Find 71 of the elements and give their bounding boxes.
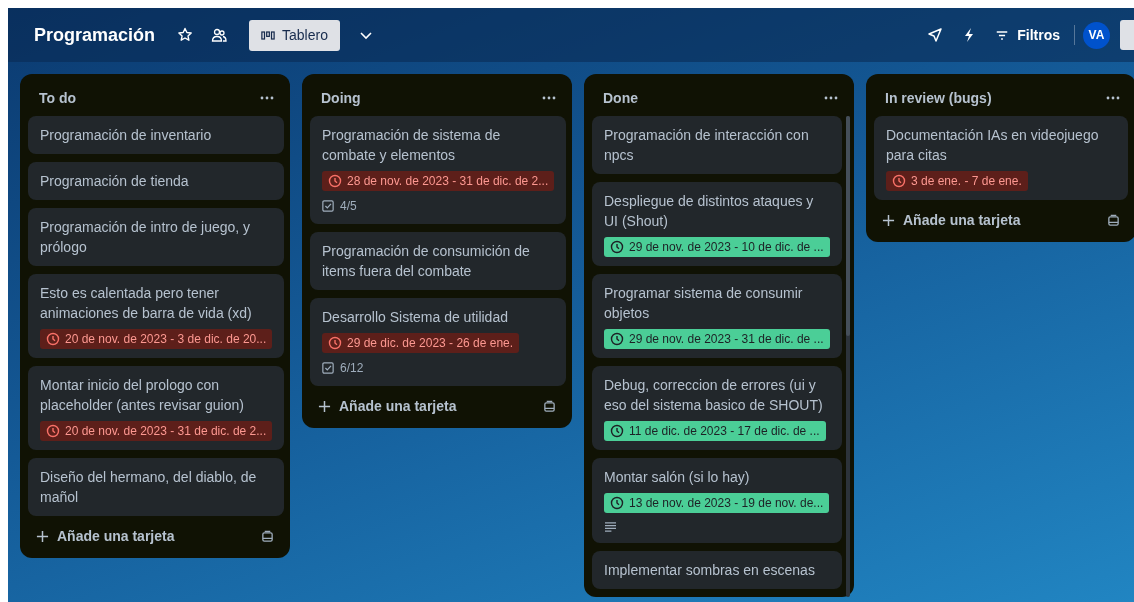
- card[interactable]: Montar salón (si lo hay) 13 de nov. de 2023 - 19 de nov. de...: [592, 458, 842, 543]
- board-view-button[interactable]: Tablero: [249, 19, 340, 51]
- card[interactable]: Esto es calentada pero tener animaciones de barra de vida (xd) 20 de nov. de 2023 - 3 de dic. de 20...: [28, 274, 285, 358]
- card[interactable]: Programación de intro de juego, y prólogo: [28, 208, 285, 266]
- more-icon[interactable]: [260, 96, 274, 100]
- more-icon[interactable]: [542, 96, 556, 100]
- date-badge: 20 de nov. de 2023 - 3 de dic. de 20...: [40, 329, 273, 349]
- more-icon[interactable]: [1106, 96, 1120, 100]
- card-title: Documentación IAs en videojuego para citas: [886, 126, 1100, 165]
- date-badge: 29 de dic. de 2023 - 26 de ene.: [322, 333, 520, 353]
- card[interactable]: Montar inicio del prologo con placeholder (antes revisar guion) 20 de nov. de 2023 - 31 de dic. de 2...: [28, 366, 285, 450]
- plus-icon: [882, 213, 895, 227]
- card-title: Implementar sombras en escenas: [604, 561, 815, 580]
- date-badge: 3 de ene. - 7 de ene.: [886, 171, 1028, 191]
- plus-icon: [36, 529, 49, 543]
- plus-icon: [318, 399, 331, 413]
- card[interactable]: Programación de sistema de combate y elementos 28 de nov. de 2023 - 31 de dic. de 2... 4/5: [310, 116, 567, 224]
- card-title: Esto es calentada pero tener animaciones de barra de vida (xd): [40, 284, 253, 323]
- list-title[interactable]: Doing: [321, 90, 361, 106]
- card-title: Programación de inventario: [40, 126, 212, 145]
- date-badge: 29 de nov. de 2023 - 10 de dic. de ...: [604, 237, 830, 257]
- filter-button[interactable]: Filtros: [995, 27, 1060, 43]
- template-icon[interactable]: [1107, 213, 1120, 227]
- people-icon[interactable]: [211, 27, 228, 43]
- user-avatar[interactable]: VA: [1083, 21, 1110, 49]
- card-title: Diseño del hermano, del diablo, de mañol: [40, 468, 258, 507]
- card-title: Programación de tienda: [40, 172, 189, 191]
- card-title: Montar salón (si lo hay): [604, 468, 750, 487]
- add-card-button[interactable]: Añade una tarjeta: [882, 212, 1021, 228]
- filter-icon: [995, 29, 1010, 41]
- card-title: Programación de consumición de items fuera del combate: [322, 242, 531, 281]
- card[interactable]: Programación de consumición de items fuera del combate: [310, 232, 567, 290]
- add-card-button[interactable]: Añade una tarjeta: [318, 398, 457, 414]
- add-card-button[interactable]: Añade una tarjeta: [36, 528, 175, 544]
- scrollbar[interactable]: [845, 116, 850, 597]
- card[interactable]: Debug, correccion de errores (ui y eso del sistema basico de SHOUT) 11 de dic. de 2023 - 17 de dic. de ...: [592, 366, 842, 450]
- list-title[interactable]: In review (bugs): [885, 90, 992, 106]
- checkbox-icon: [322, 200, 334, 212]
- card[interactable]: Programación de interacción con npcs: [592, 116, 842, 174]
- card[interactable]: Diseño del hermano, del diablo, de mañol: [28, 458, 285, 516]
- card-title: Programación de intro de juego, y prólogo: [40, 218, 252, 257]
- board-title[interactable]: Programación: [34, 24, 156, 46]
- checklist-count: 4/5: [322, 199, 357, 213]
- card-title: Programar sistema de consumir objetos: [604, 284, 804, 323]
- card-title: Despliegue de distintos ataques y UI (Shout): [604, 192, 815, 231]
- card-title: Programación de sistema de combate y elementos: [322, 126, 502, 165]
- more-icon[interactable]: [824, 96, 838, 100]
- date-badge: 29 de nov. de 2023 - 31 de dic. de ...: [604, 329, 830, 349]
- template-icon[interactable]: [543, 399, 556, 413]
- star-icon[interactable]: [177, 27, 194, 43]
- list-title[interactable]: Done: [603, 90, 638, 106]
- card-title: Debug, correccion de errores (ui y eso del sistema basico de SHOUT): [604, 376, 824, 415]
- date-badge: 11 de dic. de 2023 - 17 de dic. de ...: [604, 421, 826, 441]
- card[interactable]: Implementar sombras en escenas: [592, 551, 842, 589]
- date-badge: 13 de nov. de 2023 - 19 de nov. de...: [604, 493, 830, 513]
- template-icon[interactable]: [261, 529, 274, 543]
- checkbox-icon: [322, 362, 334, 374]
- list-title[interactable]: To do: [39, 90, 77, 106]
- date-badge: 20 de nov. de 2023 - 31 de dic. de 2...: [40, 421, 273, 441]
- card-title: Montar inicio del prologo con placeholder (antes revisar guion): [40, 376, 245, 415]
- card[interactable]: Programación de tienda: [28, 162, 285, 200]
- card-title: Programación de interacción con npcs: [604, 126, 810, 165]
- card[interactable]: Programar sistema de consumir objetos 29 de nov. de 2023 - 31 de dic. de ...: [592, 274, 842, 358]
- date-badge: 28 de nov. de 2023 - 31 de dic. de 2...: [322, 171, 555, 191]
- card-title: Desarrollo Sistema de utilidad: [322, 308, 508, 327]
- board-icon: [261, 29, 276, 41]
- card[interactable]: Desarrollo Sistema de utilidad 29 de dic. de 2023 - 26 de ene. 6/12: [310, 298, 567, 386]
- checklist-count: 6/12: [322, 361, 364, 375]
- card[interactable]: Documentación IAs en videojuego para citas 3 de ene. - 7 de ene.: [874, 116, 1128, 200]
- card[interactable]: Despliegue de distintos ataques y UI (Shout) 29 de nov. de 2023 - 10 de dic. de ...: [592, 182, 842, 266]
- card[interactable]: Programación de inventario: [28, 116, 285, 154]
